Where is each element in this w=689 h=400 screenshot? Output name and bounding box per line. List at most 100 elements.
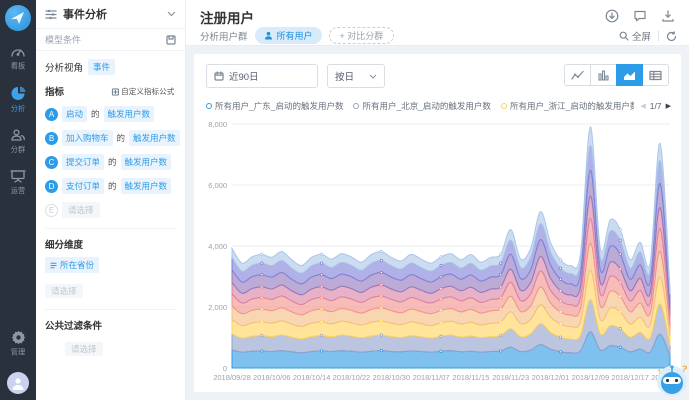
stacked-area-chart[interactable]: 02,0004,0006,0008,0002018/09/282018/10/0… bbox=[196, 116, 679, 390]
metric-conjunction: 的 bbox=[117, 132, 126, 144]
metric-placeholder[interactable]: 请选择 bbox=[62, 202, 100, 218]
chevron-down-icon[interactable] bbox=[167, 11, 176, 17]
save-template-icon[interactable] bbox=[166, 35, 176, 45]
date-range-picker[interactable]: 近90日 bbox=[206, 64, 318, 88]
x-axis-label: 2018/11/07 bbox=[413, 373, 450, 382]
legend-label: 所有用户_北京_启动的触发用户数 bbox=[362, 100, 490, 112]
model-condition-label: 模型条件 bbox=[45, 33, 166, 46]
date-range-value: 近90日 bbox=[229, 69, 259, 83]
panel-header: 事件分析 bbox=[36, 0, 185, 29]
content-area: 近90日 按日 bbox=[186, 46, 689, 400]
analysis-type-icon bbox=[45, 9, 57, 20]
chart-toolbar: 近90日 按日 bbox=[206, 64, 385, 88]
dimension-placeholder[interactable]: 请选择 bbox=[45, 284, 83, 298]
caret-down-icon bbox=[369, 74, 377, 79]
metric-badge: E bbox=[45, 204, 58, 217]
x-axis-label: 2018/10/30 bbox=[372, 373, 410, 382]
legend-items: 所有用户_广东_启动的触发用户数 所有用户_北京_启动的触发用户数所有用户_浙江_… bbox=[206, 100, 634, 112]
separator bbox=[658, 31, 659, 41]
legend-item[interactable]: 所有用户_浙江_启动的触发用户数 bbox=[501, 100, 634, 112]
metric-measure-tag[interactable]: 触发用户数 bbox=[104, 106, 155, 122]
analysis-pie-icon bbox=[10, 86, 26, 101]
mascot-robot-icon: ? ? bbox=[653, 362, 689, 398]
sidebar-item-manage[interactable]: 管理 bbox=[0, 330, 36, 358]
sidebar-item-operations[interactable]: 运营 bbox=[0, 169, 36, 196]
feedback-icon[interactable] bbox=[633, 9, 647, 23]
metric-badge: B bbox=[45, 132, 58, 145]
legend-next-icon[interactable]: ▶ bbox=[666, 102, 671, 110]
metric-measure-tag[interactable]: 触发用户数 bbox=[129, 130, 180, 146]
main-area: 注册用户 分析用户群 所有用户 + 对比分群 全屏 bbox=[186, 0, 689, 400]
x-axis-label: 2018/11/15 bbox=[452, 373, 489, 382]
view-row: 分析视角 事件 bbox=[45, 59, 176, 75]
sidebar-item-segments[interactable]: 分群 bbox=[0, 128, 36, 155]
dimension-tag-chip[interactable]: 所在省份 bbox=[45, 257, 99, 273]
legend-dot bbox=[353, 103, 359, 109]
dimension-tag[interactable]: 所在省份 bbox=[45, 257, 99, 273]
metric-event-tag[interactable]: 提交订单 bbox=[62, 154, 104, 170]
svg-text:6,000: 6,000 bbox=[208, 181, 227, 190]
fullscreen-label: 全屏 bbox=[632, 29, 651, 43]
legend-row: 所有用户_广东_启动的触发用户数 所有用户_北京_启动的触发用户数所有用户_浙江_… bbox=[206, 99, 671, 113]
chart-area[interactable]: 02,0004,0006,0008,0002018/09/282018/10/0… bbox=[196, 116, 681, 390]
metric-row: E 请选择 bbox=[45, 202, 176, 218]
support-mascot[interactable]: ? ? bbox=[653, 362, 689, 398]
custom-formula-label: 自定义指标公式 bbox=[121, 86, 174, 96]
page-title: 注册用户 bbox=[200, 7, 254, 27]
chart-type-line-button[interactable] bbox=[564, 64, 591, 86]
legend-item[interactable]: 所有用户_北京_启动的触发用户数 bbox=[353, 100, 490, 112]
user-group-label: 分析用户群 bbox=[200, 29, 248, 43]
fullscreen-button[interactable]: 全屏 bbox=[619, 29, 651, 43]
nav-rail: 看板 分析 分群 运营 管理 bbox=[0, 0, 36, 400]
chart-card: 近90日 按日 bbox=[194, 54, 681, 392]
metric-badge: C bbox=[45, 156, 58, 169]
view-label: 分析视角 bbox=[45, 60, 83, 74]
metric-badge: D bbox=[45, 180, 58, 193]
sidebar-item-analysis[interactable]: 分析 bbox=[0, 86, 36, 114]
save-overview-icon[interactable] bbox=[605, 9, 619, 23]
metric-event-tag[interactable]: 支付订单 bbox=[62, 178, 104, 194]
chart-type-table-button[interactable] bbox=[642, 64, 669, 86]
formula-icon bbox=[112, 87, 120, 95]
sidebar-item-dashboard[interactable]: 看板 bbox=[0, 45, 36, 72]
svg-text:?: ? bbox=[680, 363, 688, 374]
area-chart-icon bbox=[623, 70, 636, 81]
panel-title: 事件分析 bbox=[63, 6, 167, 22]
filter-placeholder[interactable]: 请选择 bbox=[65, 342, 103, 356]
sidebar-label: 分群 bbox=[11, 145, 25, 155]
app-logo[interactable] bbox=[5, 5, 31, 31]
legend-prev-icon[interactable]: ◀ bbox=[640, 102, 645, 110]
header-actions bbox=[605, 9, 675, 23]
calendar-icon bbox=[214, 71, 224, 81]
metric-event-tag[interactable]: 启动 bbox=[62, 106, 87, 122]
filter-add: 请选择 bbox=[65, 339, 176, 357]
metric-row: D支付订单的触发用户数 bbox=[45, 178, 176, 194]
x-axis-label: 2018/10/14 bbox=[293, 373, 331, 382]
avatar-person-icon bbox=[11, 376, 25, 390]
metric-row: C提交订单的触发用户数 bbox=[45, 154, 176, 170]
chart-type-bar-button[interactable] bbox=[590, 64, 617, 86]
custom-formula-link[interactable]: 自定义指标公式 bbox=[112, 86, 175, 96]
view-tag[interactable]: 事件 bbox=[88, 59, 115, 75]
metric-measure-tag[interactable]: 触发用户数 bbox=[121, 178, 172, 194]
legend-item[interactable]: 所有用户_广东_启动的触发用户数 bbox=[206, 100, 343, 112]
view-controls: 全屏 bbox=[619, 29, 677, 43]
legend-dot bbox=[501, 103, 507, 109]
metric-event-tag[interactable]: 加入购物车 bbox=[62, 130, 113, 146]
metric-conjunction: 的 bbox=[91, 108, 100, 120]
gear-icon bbox=[11, 330, 26, 345]
granularity-value: 按日 bbox=[335, 69, 354, 83]
metric-measure-tag[interactable]: 触发用户数 bbox=[121, 154, 172, 170]
group-person-icon bbox=[264, 31, 273, 40]
refresh-icon[interactable] bbox=[666, 31, 677, 42]
user-avatar[interactable] bbox=[7, 372, 29, 394]
chart-type-area-button[interactable] bbox=[616, 64, 643, 86]
legend-pager: ◀ 1/7 ▶ bbox=[640, 101, 671, 111]
x-axis-label: 2018/11/23 bbox=[492, 373, 529, 382]
dimension-add: 请选择 bbox=[45, 281, 176, 299]
metrics-header-row: 指标 自定义指标公式 bbox=[45, 84, 176, 98]
download-icon[interactable] bbox=[661, 9, 675, 23]
granularity-select[interactable]: 按日 bbox=[327, 64, 385, 88]
compare-group-button[interactable]: + 对比分群 bbox=[329, 27, 395, 44]
user-group-selected[interactable]: 所有用户 bbox=[255, 27, 322, 44]
